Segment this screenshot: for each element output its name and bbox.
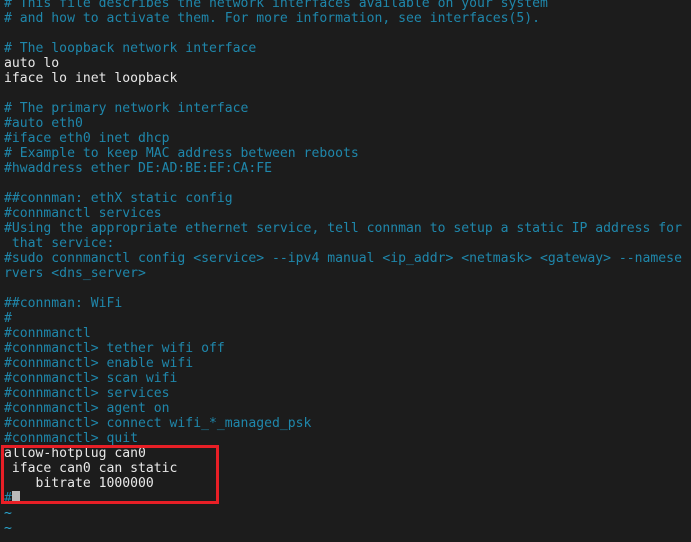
blank-line[interactable] — [0, 26, 691, 41]
comment-line[interactable]: ##connman: ethX static config — [0, 191, 691, 206]
file-buffer[interactable]: # This file describes the network interf… — [0, 0, 691, 536]
comment-line[interactable]: ##connman: WiFi — [0, 296, 691, 311]
comment-line[interactable]: # This file describes the network interf… — [0, 0, 691, 11]
comment-line[interactable]: #connmanctl — [0, 326, 691, 341]
comment-line[interactable]: #connmanctl> agent on — [0, 401, 691, 416]
comment-line[interactable]: #connmanctl> enable wifi — [0, 356, 691, 371]
blank-line[interactable] — [0, 176, 691, 191]
comment-line[interactable]: #hwaddress ether DE:AD:BE:EF:CA:FE — [0, 161, 691, 176]
comment-line[interactable]: that service: — [0, 236, 691, 251]
blank-line[interactable] — [0, 281, 691, 296]
comment-line[interactable]: # — [0, 311, 691, 326]
text-editor-viewport[interactable]: # This file describes the network interf… — [0, 0, 691, 542]
comment-line[interactable]: #connmanctl> connect wifi_*_managed_psk — [0, 416, 691, 431]
config-line[interactable]: bitrate 1000000 — [0, 476, 691, 491]
comment-line[interactable]: # and how to activate them. For more inf… — [0, 11, 691, 26]
block-cursor — [11, 491, 20, 504]
config-line[interactable]: iface can0 can static — [0, 461, 691, 476]
comment-line[interactable]: #Using the appropriate ethernet service,… — [0, 221, 691, 236]
blank-line[interactable] — [0, 86, 691, 101]
comment-line[interactable]: #auto eth0 — [0, 116, 691, 131]
comment-line[interactable]: # The loopback network interface — [0, 41, 691, 56]
empty-line-marker[interactable]: ~ — [0, 506, 691, 521]
comment-line[interactable]: #sudo connmanctl config <service> --ipv4… — [0, 251, 691, 266]
cursor-line[interactable]: # — [0, 491, 691, 506]
empty-line-marker[interactable]: ~ — [0, 521, 691, 536]
comment-line[interactable]: #connmanctl> scan wifi — [0, 371, 691, 386]
config-line[interactable]: iface lo inet loopback — [0, 71, 691, 86]
comment-line[interactable]: #connmanctl services — [0, 206, 691, 221]
comment-line[interactable]: # The primary network interface — [0, 101, 691, 116]
comment-line[interactable]: # Example to keep MAC address between re… — [0, 146, 691, 161]
config-line[interactable]: auto lo — [0, 56, 691, 71]
comment-line[interactable]: #connmanctl> quit — [0, 431, 691, 446]
cursor-line-text: # — [4, 491, 12, 506]
comment-line[interactable]: #connmanctl> tether wifi off — [0, 341, 691, 356]
comment-line[interactable]: #connmanctl> services — [0, 386, 691, 401]
config-line[interactable]: allow-hotplug can0 — [0, 446, 691, 461]
comment-line[interactable]: rvers <dns_server> — [0, 266, 691, 281]
comment-line[interactable]: #iface eth0 inet dhcp — [0, 131, 691, 146]
